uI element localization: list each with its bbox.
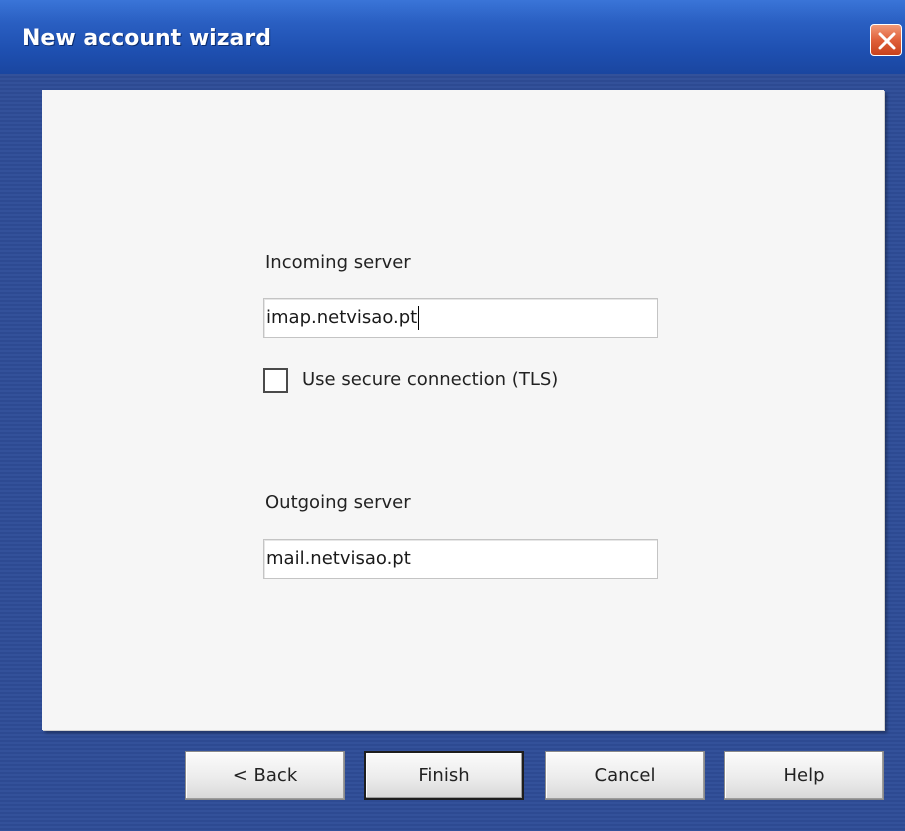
incoming-server-input[interactable]: imap.netvisao.pt (263, 298, 658, 338)
secure-connection-checkbox[interactable] (263, 368, 288, 393)
wizard-window: New account wizard Incoming server imap.… (0, 0, 905, 831)
incoming-server-label: Incoming server (265, 252, 411, 273)
incoming-server-value: imap.netvisao.pt (266, 307, 418, 328)
wizard-panel (42, 90, 884, 730)
close-button[interactable] (870, 24, 902, 56)
outgoing-server-label: Outgoing server (265, 492, 411, 513)
outgoing-server-value: mail.netvisao.pt (266, 548, 411, 569)
finish-button[interactable]: Finish (364, 751, 524, 800)
title-bar[interactable]: New account wizard (0, 0, 905, 74)
window-title: New account wizard (22, 26, 271, 51)
text-caret (418, 306, 420, 330)
outgoing-server-input[interactable]: mail.netvisao.pt (263, 539, 658, 579)
help-button[interactable]: Help (724, 751, 884, 800)
back-button[interactable]: < Back (185, 751, 345, 800)
cancel-button[interactable]: Cancel (545, 751, 705, 800)
close-icon (878, 32, 896, 50)
secure-connection-label[interactable]: Use secure connection (TLS) (302, 369, 558, 390)
